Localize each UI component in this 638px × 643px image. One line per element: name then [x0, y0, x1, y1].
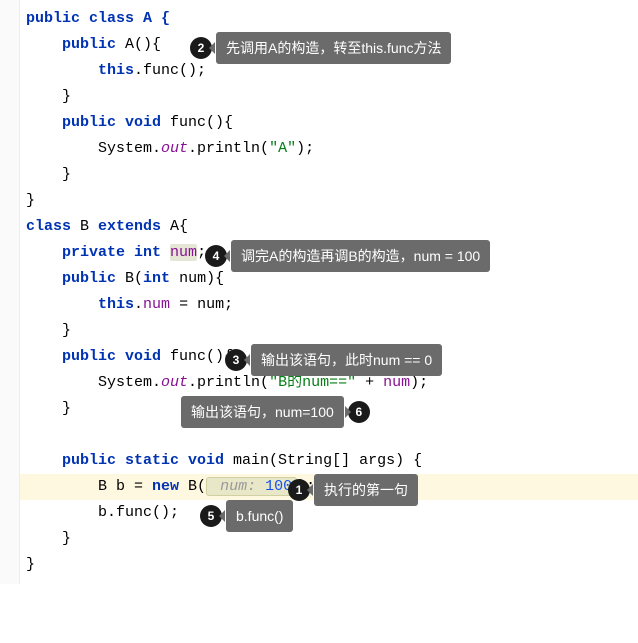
t: B: [71, 218, 98, 235]
t: );: [296, 140, 314, 157]
annotation-4: 4 调完A的构造再调B的构造，num = 100: [201, 240, 490, 272]
t: public: [62, 270, 116, 287]
t: func(){: [161, 114, 233, 131]
code-line: System.out.println("A");: [26, 136, 638, 162]
t: }: [26, 192, 35, 209]
t: new: [152, 478, 179, 495]
code-line: public class A {: [26, 6, 638, 32]
t: A{: [161, 218, 188, 235]
t: num: [143, 296, 170, 313]
t: }: [62, 400, 71, 417]
t: this: [98, 296, 134, 313]
code-line: public void func(){: [26, 110, 638, 136]
code-line: }: [26, 552, 638, 578]
callout-2: 先调用A的构造，转至this.func方法: [216, 32, 451, 64]
callout-3: 输出该语句，此时num == 0: [251, 344, 442, 376]
t: System.: [98, 140, 161, 157]
code-line: this.num = num;: [26, 292, 638, 318]
t: .: [134, 296, 143, 313]
t: }: [26, 556, 35, 573]
t: public void: [62, 114, 161, 131]
callout-6: 输出该语句，num=100: [181, 396, 344, 428]
code-line: public void func(){ 3 输出该语句，此时num == 0: [26, 344, 638, 370]
t: out: [161, 374, 188, 391]
t: this: [98, 62, 134, 79]
code-line: }: [26, 162, 638, 188]
t: int: [143, 270, 170, 287]
t: .func();: [134, 62, 206, 79]
t: num: [383, 374, 410, 391]
code-editor: public class A { public A(){ 2 先调用A的构造，转…: [26, 6, 638, 578]
t: +: [356, 374, 383, 391]
t: .println(: [188, 140, 269, 157]
code-line: }: [26, 318, 638, 344]
annotation-6: 输出该语句，num=100 6: [181, 396, 374, 428]
t: num){: [170, 270, 224, 287]
t: class: [26, 218, 71, 235]
code-line: }: [26, 84, 638, 110]
annotation-3: 3 输出该语句，此时num == 0: [221, 344, 442, 376]
t: "A": [269, 140, 296, 157]
t: B(: [179, 478, 206, 495]
code-line: class B extends A{: [26, 214, 638, 240]
t: public static void: [62, 452, 224, 469]
callout-1: 执行的第一句: [314, 474, 418, 506]
t: B b =: [98, 478, 152, 495]
t: .println(: [188, 374, 269, 391]
code-line: }: [26, 526, 638, 552]
code-line: B b = new B( num: 100); 1 执行的第一句: [26, 474, 638, 500]
t: b.func();: [98, 504, 179, 521]
param-hint: num:: [211, 478, 265, 495]
t: "B的num==": [269, 374, 356, 391]
callout-5: b.func(): [226, 500, 293, 532]
t: public class A {: [26, 10, 170, 27]
t: public: [62, 36, 116, 53]
t: main(String[] args) {: [224, 452, 422, 469]
badge-6: 6: [348, 401, 370, 423]
code-line: } 输出该语句，num=100 6: [26, 396, 638, 422]
t: public void: [62, 348, 161, 365]
t: }: [62, 88, 71, 105]
t: }: [62, 322, 71, 339]
t: private int: [62, 244, 170, 261]
t: B(: [116, 270, 143, 287]
code-line: public static void main(String[] args) {: [26, 448, 638, 474]
t: extends: [98, 218, 161, 235]
t: );: [410, 374, 428, 391]
annotation-5: 5 b.func(): [196, 500, 293, 532]
editor-gutter: [0, 0, 20, 584]
annotation-2: 2 先调用A的构造，转至this.func方法: [186, 32, 451, 64]
code-line: }: [26, 188, 638, 214]
t: }: [62, 166, 71, 183]
t: num: [170, 244, 197, 261]
code-line: public A(){ 2 先调用A的构造，转至this.func方法: [26, 32, 638, 58]
t: = num;: [170, 296, 233, 313]
t: System.: [98, 374, 161, 391]
annotation-1: 1 执行的第一句: [284, 474, 418, 506]
callout-4: 调完A的构造再调B的构造，num = 100: [231, 240, 490, 272]
code-line: private int num; 4 调完A的构造再调B的构造，num = 10…: [26, 240, 638, 266]
t: A(){: [116, 36, 161, 53]
t: }: [62, 530, 71, 547]
t: out: [161, 140, 188, 157]
